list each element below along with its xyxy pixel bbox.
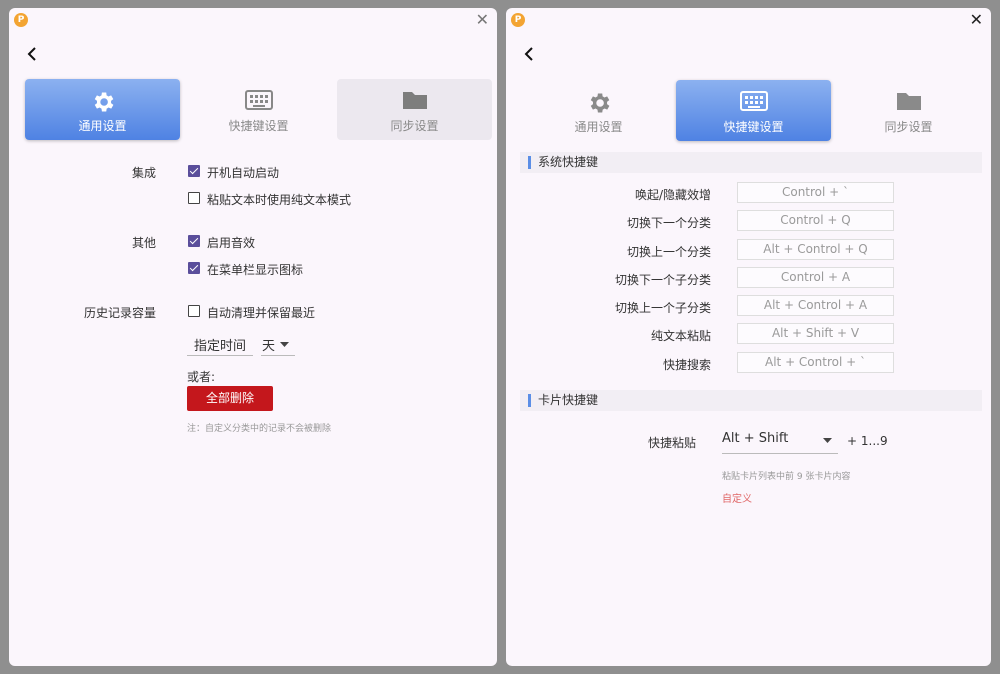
- app-logo-icon: P: [14, 13, 28, 27]
- tab-label: 同步设置: [390, 119, 439, 133]
- chevron-left-icon: [27, 47, 36, 61]
- tab-label: 通用设置: [78, 119, 127, 133]
- unit-select-value: 天: [262, 339, 276, 354]
- or-label: 或者:: [187, 370, 216, 384]
- auto-clear-checkbox[interactable]: [188, 305, 200, 317]
- dropdown-arrow-icon: [823, 438, 832, 443]
- shortcut-label-next-category: 切换下一个分类: [626, 216, 711, 230]
- unit-select[interactable]: 天: [261, 335, 295, 356]
- tab-general-settings[interactable]: 通用设置: [521, 80, 676, 141]
- folder-icon: [896, 90, 922, 115]
- dropdown-arrow-icon: [280, 342, 289, 347]
- menubar-icon-label: 在菜单栏显示图标: [207, 263, 304, 277]
- shortcut-label-plain-paste: 纯文本粘贴: [650, 329, 711, 343]
- tab-shortcut-settings[interactable]: 快捷键设置: [181, 79, 336, 140]
- section-title: 系统快捷键: [538, 155, 599, 169]
- chevron-left-icon: [524, 47, 533, 61]
- modifier-select-value: Alt + Shift: [722, 431, 789, 446]
- shortcut-label-prev-category: 切换上一个分类: [626, 245, 711, 259]
- shortcut-label-quick-search: 快捷搜索: [662, 358, 711, 372]
- autostart-checkbox[interactable]: [188, 165, 200, 177]
- menubar-icon-checkbox[interactable]: [188, 262, 200, 274]
- time-select[interactable]: 指定时间: [187, 335, 253, 356]
- system-shortcuts-header: 系统快捷键: [520, 152, 982, 173]
- sound-effects-checkbox[interactable]: [188, 235, 200, 247]
- general-settings-window: P ✕ 通用设置 快捷键设置 同步设置 集成 开机自动启动 粘贴文本时使用纯文本…: [9, 8, 497, 666]
- tab-label: 快捷键设置: [228, 119, 289, 133]
- integration-label: 集成: [132, 166, 157, 180]
- other-label: 其他: [132, 236, 157, 250]
- keyboard-icon: [244, 89, 273, 114]
- app-logo-icon: P: [511, 13, 525, 27]
- autostart-label: 开机自动启动: [207, 166, 280, 180]
- tab-sync-settings[interactable]: 同步设置: [831, 80, 986, 141]
- tab-label: 同步设置: [884, 120, 933, 134]
- quick-paste-modifier-select[interactable]: Alt + Shift: [722, 431, 838, 454]
- custom-link[interactable]: 自定义: [722, 490, 752, 505]
- quick-paste-hint: 粘贴卡片列表中前 9 张卡片内容: [722, 472, 851, 482]
- shortcut-label-prev-subcategory: 切换上一个子分类: [614, 301, 711, 315]
- section-accent: [528, 156, 531, 169]
- shortcut-settings-window: P ✕ 通用设置 快捷键设置 同步设置 系统快捷键 唤起/隐藏效增 Contro…: [506, 8, 991, 666]
- gear-icon: [586, 90, 612, 119]
- back-button[interactable]: [524, 45, 534, 66]
- plain-text-paste-label: 粘贴文本时使用纯文本模式: [207, 193, 352, 207]
- shortcut-input-prev-category[interactable]: Alt + Control + Q: [737, 239, 894, 260]
- shortcut-input-plain-paste[interactable]: Alt + Shift + V: [737, 323, 894, 344]
- folder-icon: [402, 89, 428, 114]
- shortcut-input-prev-subcategory[interactable]: Alt + Control + A: [737, 295, 894, 316]
- quick-paste-label: 快捷粘贴: [648, 436, 697, 450]
- shortcut-label-next-subcategory: 切换下一个子分类: [614, 273, 711, 287]
- time-select-value: 指定时间: [193, 339, 246, 354]
- delete-note: 注：自定义分类中的记录不会被删除: [187, 424, 332, 434]
- tab-label: 快捷键设置: [723, 120, 784, 134]
- history-capacity-label: 历史记录容量: [84, 306, 157, 320]
- plain-text-paste-checkbox[interactable]: [188, 192, 200, 204]
- auto-clear-label: 自动清理并保留最近: [207, 306, 316, 320]
- section-title: 卡片快捷键: [538, 393, 599, 407]
- close-icon[interactable]: ✕: [970, 10, 983, 29]
- quick-paste-suffix: + 1...9: [847, 434, 888, 448]
- shortcut-label-toggle: 唤起/隐藏效增: [634, 188, 711, 202]
- sound-effects-label: 启用音效: [207, 236, 256, 250]
- shortcut-input-next-subcategory[interactable]: Control + A: [737, 267, 894, 288]
- gear-icon: [90, 89, 116, 118]
- shortcut-input-quick-search[interactable]: Alt + Control + `: [737, 352, 894, 373]
- section-accent: [528, 394, 531, 407]
- delete-all-button[interactable]: 全部删除: [187, 386, 273, 411]
- keyboard-icon: [739, 90, 768, 115]
- tab-label: 通用设置: [574, 120, 623, 134]
- shortcut-input-next-category[interactable]: Control + Q: [737, 210, 894, 231]
- tab-general-settings[interactable]: 通用设置: [25, 79, 180, 140]
- card-shortcuts-header: 卡片快捷键: [520, 390, 982, 411]
- close-icon[interactable]: ✕: [476, 10, 489, 29]
- back-button[interactable]: [27, 45, 37, 66]
- tab-sync-settings[interactable]: 同步设置: [337, 79, 492, 140]
- shortcut-input-toggle[interactable]: Control + `: [737, 182, 894, 203]
- tab-shortcut-settings[interactable]: 快捷键设置: [676, 80, 831, 141]
